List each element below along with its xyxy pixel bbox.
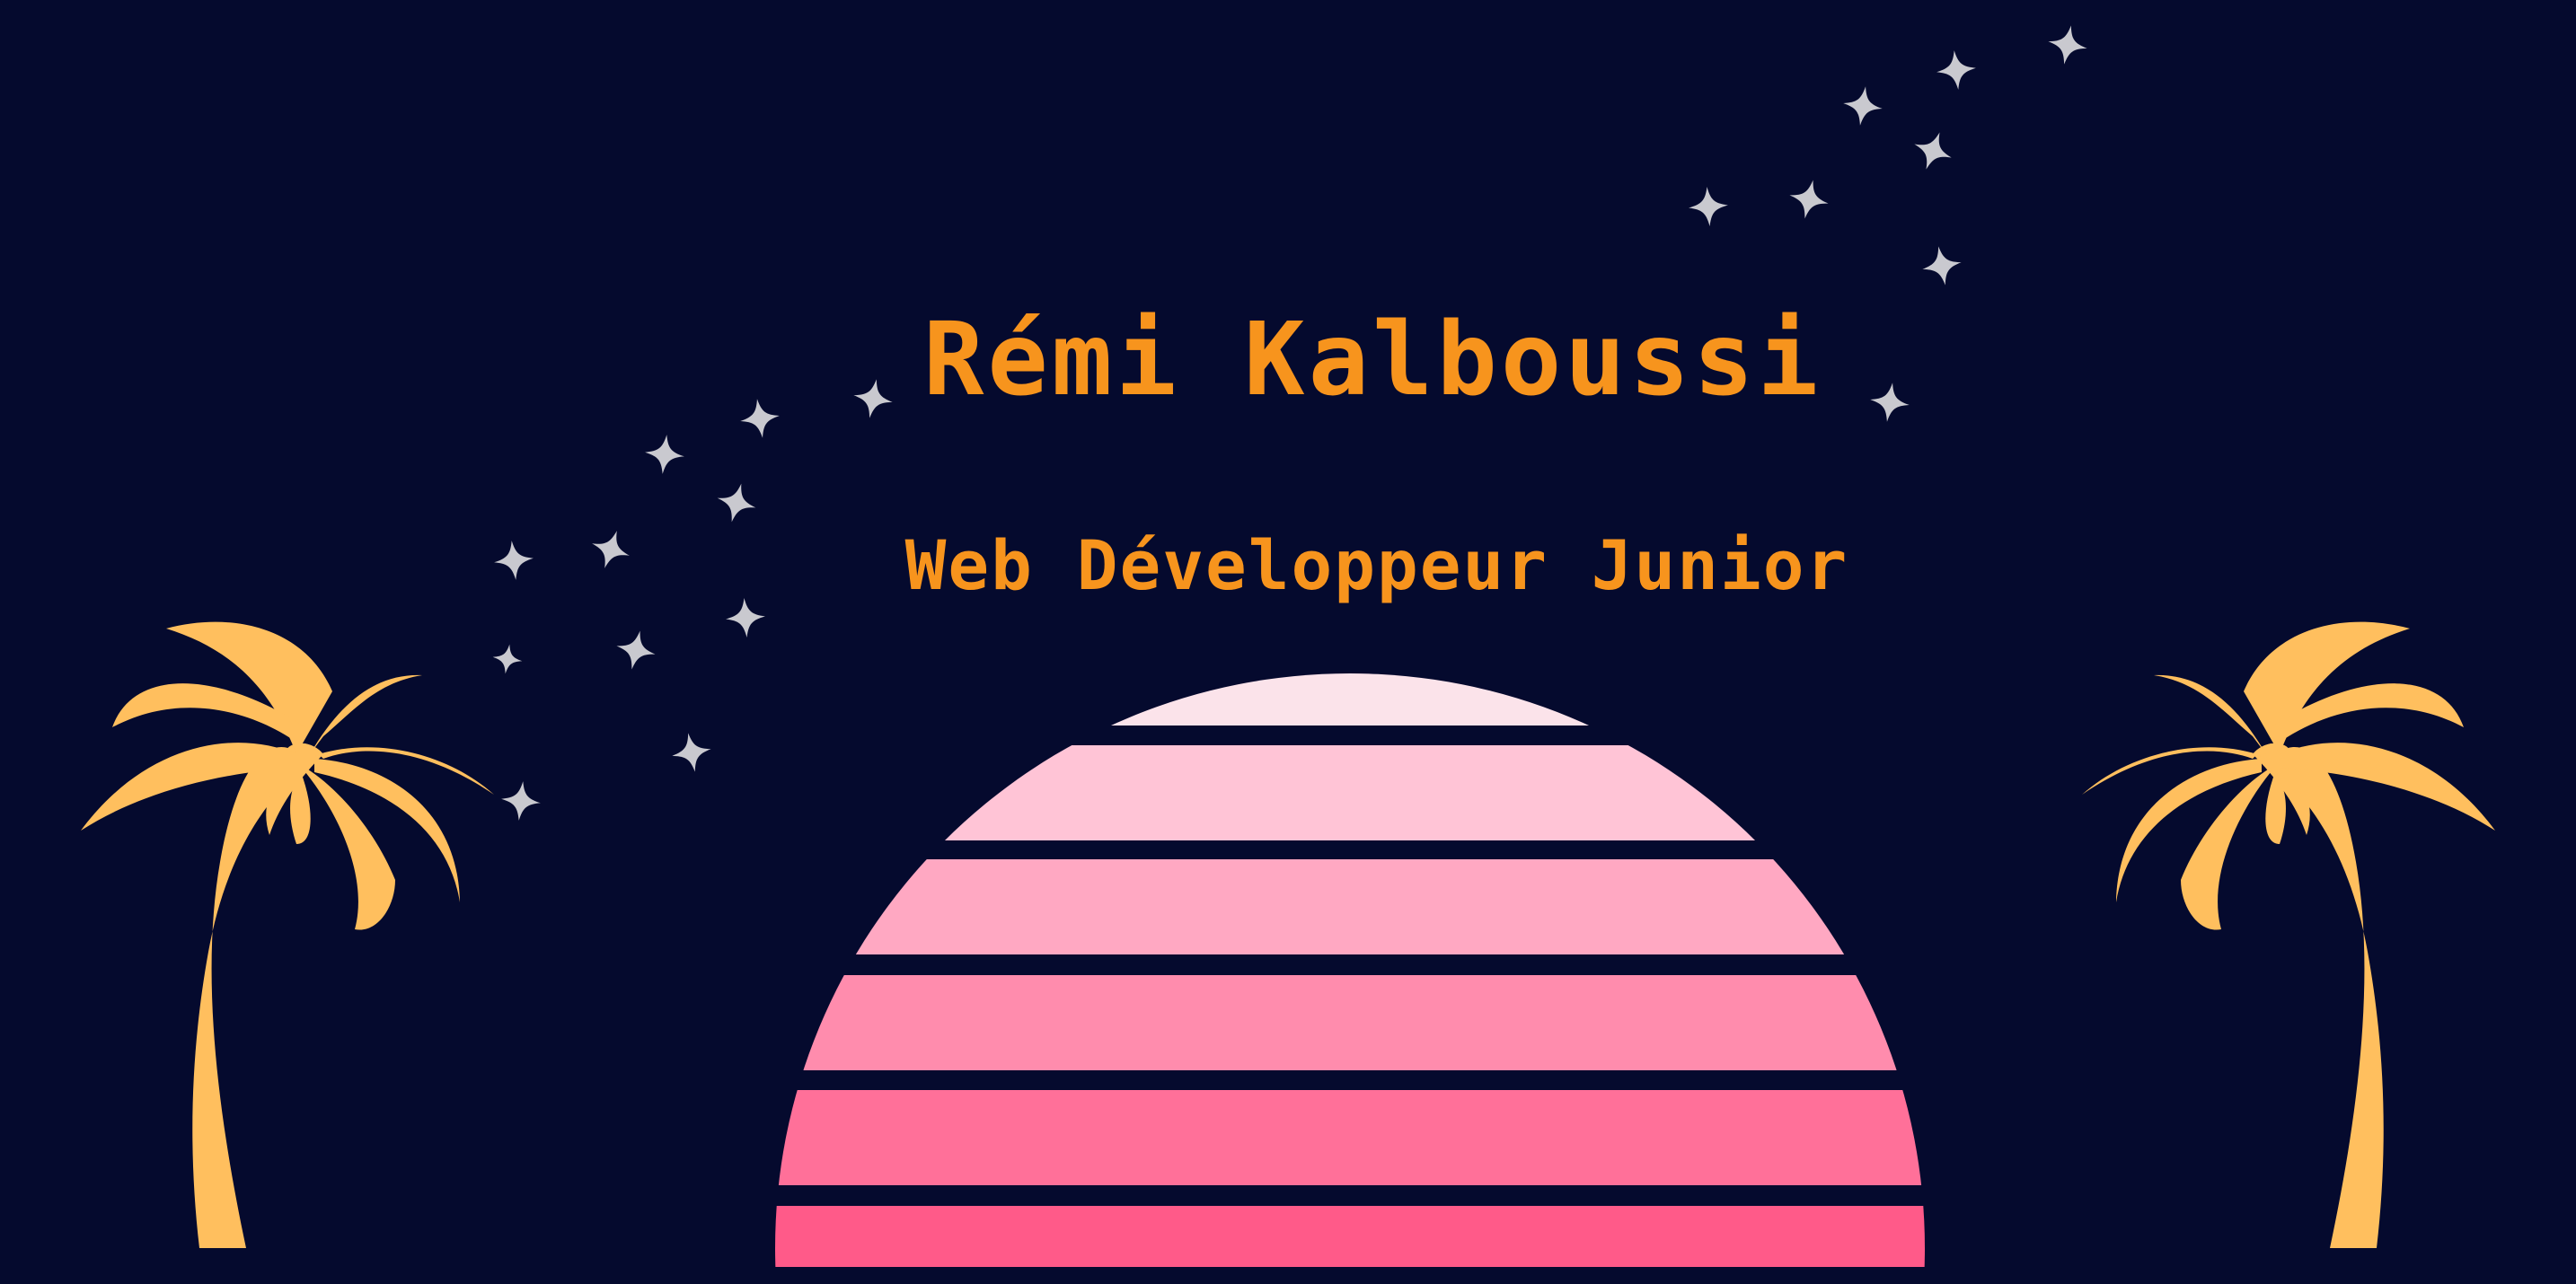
left-palm-tree-icon <box>81 621 494 1248</box>
scene-illustration <box>81 22 2495 1267</box>
hero-role: Web Développeur Junior <box>904 525 1849 605</box>
right-palm-tree-icon <box>2082 621 2495 1248</box>
hero-name: Rémi Kalboussi <box>922 302 1822 418</box>
hero-banner: Rémi Kalboussi Web Développeur Junior <box>0 0 2576 1284</box>
sunset-sun-icon <box>775 673 1925 1267</box>
